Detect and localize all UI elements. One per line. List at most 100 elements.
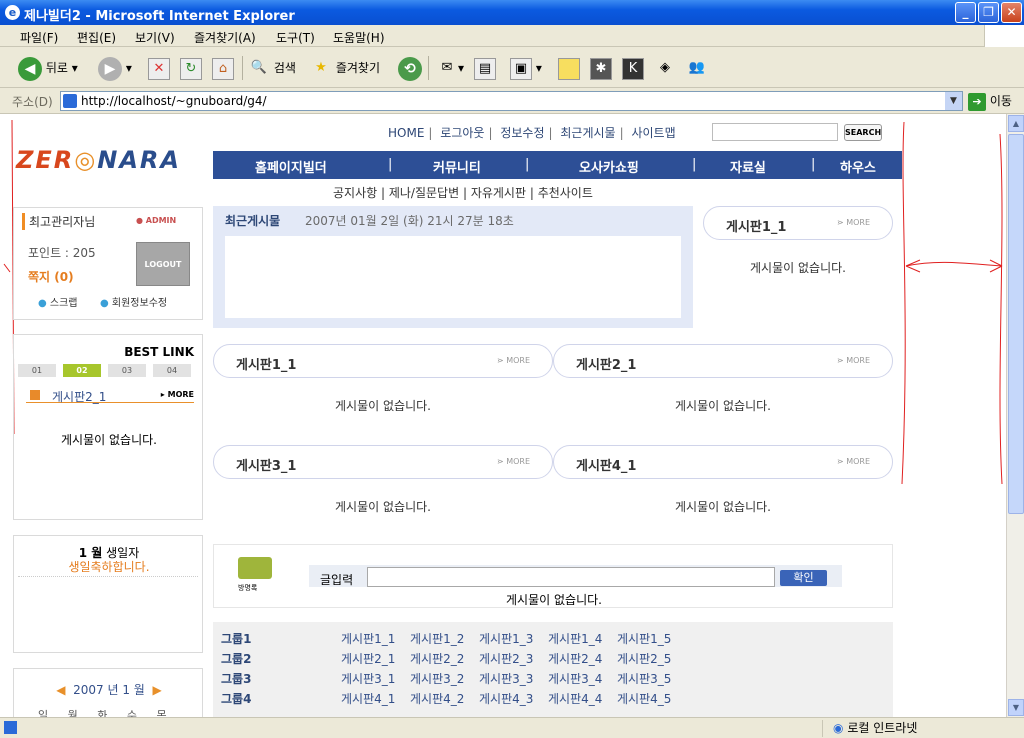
- nav-profile[interactable]: 정보수정: [500, 126, 544, 140]
- address-bar: 주소(D) http://localhost/~gnuboard/g4/ ▼ ➔…: [0, 88, 1024, 114]
- best-link-more[interactable]: ▸ MORE: [161, 390, 194, 399]
- best-link-title: BEST LINK: [124, 345, 194, 359]
- scroll-down-icon[interactable]: ▼: [1008, 699, 1024, 716]
- group-board-link[interactable]: 게시판4_4: [548, 690, 602, 707]
- board-more[interactable]: ⋗ MORE: [837, 457, 870, 466]
- group-board-link[interactable]: 게시판4_2: [410, 690, 464, 707]
- next-month-icon[interactable]: ▶: [152, 683, 161, 697]
- group-board-link[interactable]: 게시판4_3: [479, 690, 533, 707]
- group-board-link[interactable]: 게시판1_1: [341, 630, 395, 647]
- go-button[interactable]: ➔ 이동: [968, 92, 1012, 111]
- close-button[interactable]: ✕: [1001, 2, 1022, 23]
- mainnav-homepage-builder[interactable]: 홈페이지빌더: [255, 157, 327, 176]
- subnav-free[interactable]: 자유게시판: [471, 186, 526, 200]
- board-more[interactable]: ⋗ MORE: [837, 356, 870, 365]
- mainnav-shopping[interactable]: 오사카쇼핑: [579, 157, 639, 176]
- address-dropdown-icon[interactable]: ▼: [945, 92, 962, 110]
- group-board-link[interactable]: 게시판2_3: [479, 650, 533, 667]
- admin-badge[interactable]: ● ADMIN: [136, 216, 176, 225]
- calendar-month: 2007 년 1 월: [73, 683, 145, 697]
- best-link-tab-01[interactable]: 01: [18, 364, 56, 377]
- best-link-board-name[interactable]: 게시판2_1: [52, 388, 106, 405]
- refresh-button[interactable]: ↻: [180, 56, 202, 80]
- board-box: 게시판1_1 ⋗ MORE: [213, 344, 553, 378]
- logout-button[interactable]: LOGOUT: [136, 242, 190, 286]
- tool-button-1[interactable]: ✱: [590, 56, 612, 80]
- nav-recent[interactable]: 최근게시물: [560, 126, 615, 140]
- nav-home[interactable]: HOME: [388, 126, 424, 140]
- subnav-qna[interactable]: 제나/질문답변: [389, 186, 459, 200]
- mainnav-archive[interactable]: 자료실: [730, 157, 766, 176]
- scroll-up-icon[interactable]: ▲: [1008, 115, 1024, 132]
- favorites-button[interactable]: ★ 즐겨찾기: [310, 56, 380, 80]
- address-input[interactable]: http://localhost/~gnuboard/g4/ ▼: [60, 91, 963, 111]
- board-more[interactable]: ⋗ MORE: [837, 218, 870, 227]
- tool-button-2[interactable]: K: [622, 56, 644, 80]
- site-search-button[interactable]: SEARCH: [844, 124, 882, 141]
- board-more[interactable]: ⋗ MORE: [497, 457, 530, 466]
- group-board-link[interactable]: 게시판3_4: [548, 670, 602, 687]
- group-board-link[interactable]: 게시판3_2: [410, 670, 464, 687]
- mainnav-community[interactable]: 커뮤니티: [433, 157, 481, 176]
- group-board-link[interactable]: 게시판2_5: [617, 650, 671, 667]
- menu-tools[interactable]: 도구(T): [276, 29, 315, 46]
- edit-button[interactable]: ▣ ▾: [510, 56, 542, 80]
- best-link-tab-02[interactable]: 02: [63, 364, 101, 377]
- best-link-tab-04[interactable]: 04: [153, 364, 191, 377]
- group-board-link[interactable]: 게시판3_1: [341, 670, 395, 687]
- menu-file[interactable]: 파일(F): [20, 29, 58, 46]
- subnav-notice[interactable]: 공지사항: [333, 186, 377, 200]
- nav-logout[interactable]: 로그아웃: [440, 126, 484, 140]
- group-board-link[interactable]: 게시판4_5: [617, 690, 671, 707]
- subnav-recommend[interactable]: 추천사이트: [538, 186, 593, 200]
- group-board-link[interactable]: 게시판2_1: [341, 650, 395, 667]
- guestbook-input[interactable]: [367, 567, 775, 587]
- board-more[interactable]: ⋗ MORE: [497, 356, 530, 365]
- group-board-link[interactable]: 게시판1_4: [548, 630, 602, 647]
- menu-help[interactable]: 도움말(H): [333, 29, 385, 46]
- search-button[interactable]: 🔍 검색: [248, 56, 296, 80]
- board-name[interactable]: 게시판4_1: [576, 455, 636, 474]
- menu-favorites[interactable]: 즐겨찾기(A): [194, 29, 256, 46]
- scroll-thumb[interactable]: [1008, 134, 1024, 514]
- minimize-button[interactable]: _: [955, 2, 976, 23]
- board-name[interactable]: 게시판1_1: [236, 354, 296, 373]
- note-button[interactable]: [558, 56, 580, 80]
- maximize-button[interactable]: ❐: [978, 2, 999, 23]
- group-board-link[interactable]: 게시판1_3: [479, 630, 533, 647]
- messenger-button[interactable]: 👥: [686, 56, 708, 80]
- memo-link[interactable]: 쪽지 (0): [28, 268, 74, 285]
- back-button[interactable]: ◀ 뒤로 ▾: [18, 56, 78, 81]
- board-name[interactable]: 게시판1_1: [726, 216, 786, 235]
- member-edit-link[interactable]: ● 회원정보수정: [100, 294, 167, 309]
- stop-button[interactable]: ✕: [148, 56, 170, 80]
- board-name[interactable]: 게시판3_1: [236, 455, 296, 474]
- nav-sitemap[interactable]: 사이트맵: [631, 126, 675, 140]
- group-board-link[interactable]: 게시판3_3: [479, 670, 533, 687]
- board-name[interactable]: 게시판2_1: [576, 354, 636, 373]
- guestbook-submit-button[interactable]: 확인: [780, 570, 827, 586]
- group-board-link[interactable]: 게시판4_1: [341, 690, 395, 707]
- forward-button[interactable]: ▶ ▾: [98, 56, 132, 81]
- site-search-input[interactable]: [712, 123, 838, 141]
- scrap-link[interactable]: ● 스크랩: [38, 294, 78, 309]
- mainnav-house[interactable]: 하우스: [840, 157, 876, 176]
- vertical-scrollbar[interactable]: ▲ ▼: [1006, 114, 1024, 717]
- edit-icon: ▣: [510, 57, 532, 80]
- home-button[interactable]: ⌂: [212, 56, 234, 80]
- site-logo[interactable]: ZER◎NARA: [16, 146, 181, 174]
- group-board-link[interactable]: 게시판2_4: [548, 650, 602, 667]
- menu-view[interactable]: 보기(V): [135, 29, 175, 46]
- group-board-link[interactable]: 게시판2_2: [410, 650, 464, 667]
- best-link-tab-03[interactable]: 03: [108, 364, 146, 377]
- mail-button[interactable]: ✉ ▾: [436, 56, 464, 80]
- more-label: MORE: [846, 218, 870, 227]
- group-board-link[interactable]: 게시판1_2: [410, 630, 464, 647]
- prev-month-icon[interactable]: ◀: [56, 683, 65, 697]
- group-board-link[interactable]: 게시판1_5: [617, 630, 671, 647]
- group-board-link[interactable]: 게시판3_5: [617, 670, 671, 687]
- history-button[interactable]: ⟲: [398, 56, 422, 81]
- tool-button-3[interactable]: ◈: [654, 56, 676, 80]
- menu-edit[interactable]: 편집(E): [77, 29, 116, 46]
- print-button[interactable]: ▤: [474, 56, 496, 80]
